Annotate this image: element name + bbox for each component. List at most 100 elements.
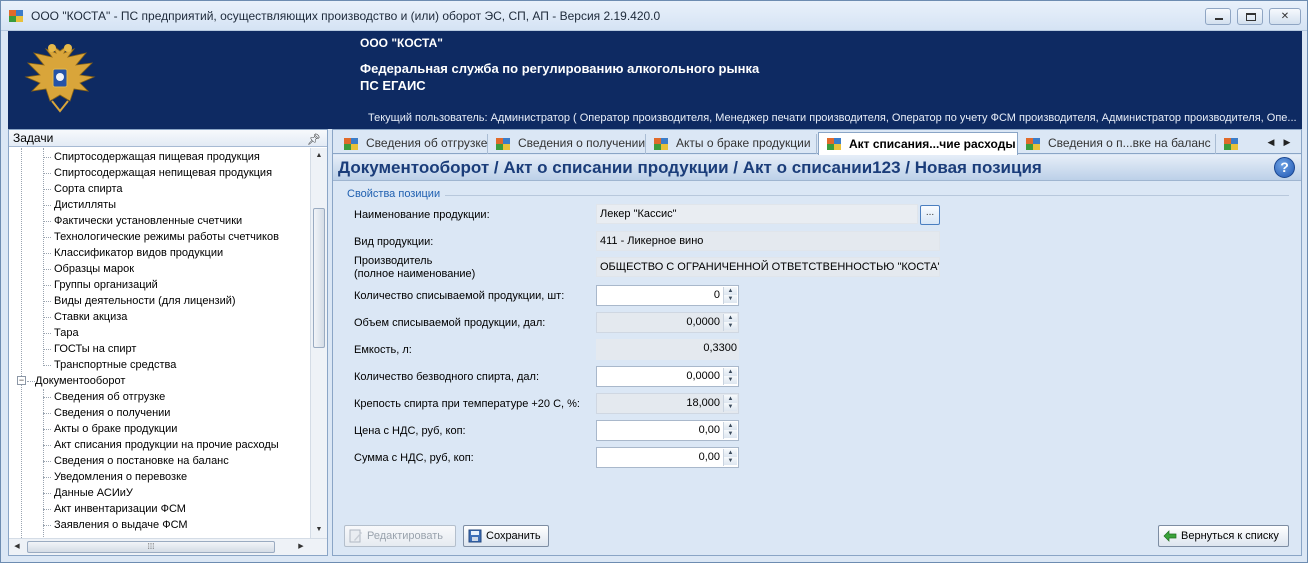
current-user-text: Текущий пользователь: Администратор ( Оп… [368, 112, 1297, 124]
tree-item[interactable]: Группы организаций [54, 277, 158, 293]
tree-item[interactable]: Заявления о выдаче ФСМ [54, 517, 188, 533]
scroll-right-icon[interactable]: ▶ [293, 539, 309, 555]
price-stepper[interactable]: 0,00 ▲ ▼ [596, 420, 739, 441]
tree-item[interactable]: ГОСТы на спирт [54, 341, 136, 357]
document-grid-icon [1026, 138, 1040, 150]
tab-scroll-left-icon[interactable]: ◀ [1265, 136, 1277, 148]
restore-icon [1246, 13, 1256, 21]
quantity-label: Количество списываемой продукции, шт: [354, 290, 565, 302]
spin-down-icon[interactable]: ▼ [724, 430, 737, 438]
spin-up-icon[interactable]: ▲ [724, 287, 737, 295]
capacity-value: 0,3300 [703, 342, 737, 354]
tree-item[interactable]: Акты о браке продукции [54, 421, 177, 437]
tree-item[interactable]: Технологические режимы работы счетчиков [54, 229, 279, 245]
anhydrous-stepper[interactable]: 0,0000 ▲ ▼ [596, 366, 739, 387]
tab-writeoff-act[interactable]: Акт списания...чие расходы [818, 132, 1018, 155]
tree-branch-line [43, 317, 51, 318]
price-spin[interactable]: ▲ ▼ [723, 422, 737, 439]
quantity-spin[interactable]: ▲ ▼ [723, 287, 737, 304]
tree-branch-line [43, 173, 51, 174]
document-grid-icon [1224, 138, 1238, 150]
close-button[interactable]: ✕ [1269, 8, 1301, 25]
scroll-left-icon[interactable]: ◀ [9, 539, 25, 555]
tree-item[interactable]: Спиртосодержащая непищевая продукция [54, 165, 272, 181]
scroll-down-icon[interactable]: ▼ [311, 522, 327, 538]
scroll-up-icon[interactable]: ▲ [311, 148, 327, 164]
sum-label: Сумма с НДС, руб, коп: [354, 452, 474, 464]
product-name-label: Наименование продукции: [354, 209, 490, 221]
tree-item[interactable]: Акт инвентаризации ФСМ [54, 501, 186, 517]
back-arrow-icon [1163, 530, 1177, 542]
tree-item[interactable]: Сорта спирта [54, 181, 123, 197]
sum-spin[interactable]: ▲ ▼ [723, 449, 737, 466]
product-name-field[interactable]: Лекер "Кассис" [596, 204, 918, 224]
tree-branch-line [43, 477, 51, 478]
tree-item[interactable]: Акт списания продукции на прочие расходы [54, 437, 279, 453]
back-to-list-button[interactable]: Вернуться к списку [1158, 525, 1289, 547]
window-title: ООО "КОСТА" - ПС предприятий, осуществля… [31, 9, 661, 23]
price-label: Цена с НДС, руб, коп: [354, 425, 466, 437]
group-title: Свойства позиции [347, 188, 441, 200]
tree-branch-line [43, 157, 51, 158]
tab-scroll-right-icon[interactable]: ▶ [1281, 136, 1293, 148]
tree-item[interactable]: Документооборот [35, 373, 125, 389]
page-title: Документооборот / Акт о списании продукц… [338, 158, 1042, 177]
scroll-thumb[interactable] [313, 208, 325, 348]
tree-item[interactable]: Фактически установленные счетчики [54, 213, 242, 229]
maximize-button[interactable] [1237, 8, 1263, 25]
tree-item[interactable]: Данные АСИиУ [54, 485, 133, 501]
tree-item[interactable]: Спиртосодержащая пищевая продукция [54, 149, 260, 165]
tab-defect-acts[interactable]: Акты о браке продукции [646, 134, 817, 154]
producer-label: Производитель [354, 255, 433, 267]
scroll-thumb-horizontal[interactable]: ⁞⁞⁞ [27, 541, 275, 553]
edit-button[interactable]: Редактировать [344, 525, 456, 547]
tree-item[interactable]: Сведения о постановке на баланс [54, 453, 229, 469]
spin-down-icon[interactable]: ▼ [724, 295, 737, 303]
tree-branch-line [43, 493, 51, 494]
select-product-button[interactable]: ... [920, 205, 940, 225]
tree-item[interactable]: Сведения об отгрузке [54, 389, 165, 405]
tree-item[interactable]: Сведения о получении [54, 405, 170, 421]
volume-label: Объем списываемой продукции, дал: [354, 317, 546, 329]
pin-icon[interactable]: 📌︎ [307, 132, 321, 148]
spin-down-icon[interactable]: ▼ [724, 376, 737, 384]
help-icon[interactable]: ? [1274, 157, 1295, 178]
product-type-field: 411 - Ликерное вино [596, 231, 940, 251]
tree-horizontal-scrollbar[interactable]: ◀ ⁞⁞⁞ ▶ [9, 538, 327, 555]
volume-value: 0,0000 [686, 316, 720, 328]
agency-name: Федеральная служба по регулированию алко… [360, 61, 760, 76]
anhydrous-spin[interactable]: ▲ ▼ [723, 368, 737, 385]
tree-item[interactable]: Классификатор видов продукции [54, 245, 223, 261]
tree-item[interactable]: Дистилляты [54, 197, 116, 213]
tree-item[interactable]: Ставки акциза [54, 309, 127, 325]
tree-item[interactable]: Транспортные средства [54, 357, 176, 373]
tree-branch-line [43, 349, 51, 350]
quantity-stepper[interactable]: 0 ▲ ▼ [596, 285, 739, 306]
tab-overflow[interactable] [1216, 134, 1256, 154]
spin-up-icon[interactable]: ▲ [724, 368, 737, 376]
tree-item[interactable]: Образцы марок [54, 261, 134, 277]
save-button[interactable]: Сохранить [463, 525, 549, 547]
tab-receipt-info[interactable]: Сведения о получении [488, 134, 646, 154]
tree-branch-line [27, 381, 35, 382]
tree-item[interactable]: Тара [54, 325, 79, 341]
tab-balance-registration[interactable]: Сведения о п...вке на баланс [1018, 134, 1216, 154]
spin-down-icon[interactable]: ▼ [724, 457, 737, 465]
quantity-value: 0 [713, 289, 720, 301]
minimize-button[interactable] [1205, 8, 1231, 25]
producer-field: ОБЩЕСТВО С ОГРАНИЧЕННОЙ ОТВЕТСТВЕННОСТЬЮ… [596, 257, 940, 277]
tree-vertical-scrollbar[interactable]: ▲ ▼ [310, 148, 327, 538]
tree-collapse-icon[interactable]: − [17, 376, 26, 385]
tree-branch-line [43, 365, 51, 366]
sum-stepper[interactable]: 0,00 ▲ ▼ [596, 447, 739, 468]
spin-up-icon[interactable]: ▲ [724, 422, 737, 430]
tasks-tree: Спиртосодержащая пищевая продукция Спирто… [9, 148, 311, 538]
capacity-field: 0,3300 [596, 339, 739, 360]
tree-item[interactable]: Уведомления о перевозке [54, 469, 187, 485]
volume-stepper: 0,0000 ▲ ▼ [596, 312, 739, 333]
title-bar: ООО "КОСТА" - ПС предприятий, осуществля… [1, 1, 1307, 31]
spin-up-icon[interactable]: ▲ [724, 449, 737, 457]
app-icon [9, 10, 23, 22]
tab-shipment-info[interactable]: Сведения об отгрузке [336, 134, 488, 154]
tree-item[interactable]: Виды деятельности (для лицензий) [54, 293, 236, 309]
